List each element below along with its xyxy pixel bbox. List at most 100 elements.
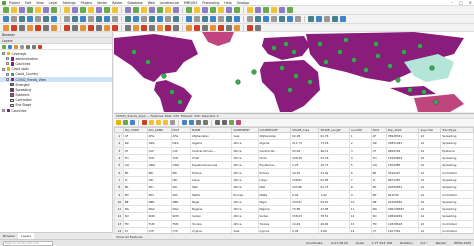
table-cell[interactable]: 14	[418, 139, 442, 148]
filter-icon[interactable]	[182, 120, 187, 125]
table-cell[interactable]: GNQ	[146, 161, 172, 170]
table-cell[interactable]: Afghanistan	[190, 131, 233, 141]
add-group-icon[interactable]	[8, 44, 12, 49]
table-cell[interactable]: 10	[348, 197, 372, 206]
table-cell[interactable]: 78.51	[318, 212, 350, 221]
render-checkbox[interactable]: Render	[436, 241, 447, 245]
table-cell[interactable]: 6871287	[385, 175, 420, 185]
table-cell[interactable]: AFG	[170, 131, 192, 141]
table-cell[interactable]: Spreading	[440, 139, 474, 148]
toolbar-tool-icon[interactable]	[149, 24, 155, 31]
table-cell[interactable]: DZ	[370, 139, 387, 148]
toolbar-tool-icon[interactable]	[64, 7, 70, 13]
row-number[interactable]: 7	[114, 175, 124, 185]
table-cell[interactable]: 61.73	[318, 183, 350, 192]
table-cell[interactable]: NG	[370, 204, 387, 214]
table-cell[interactable]: Africa	[231, 183, 259, 192]
toolbar-tool-icon[interactable]	[104, 24, 110, 31]
menu-item[interactable]: Vector	[97, 1, 107, 5]
table-cell[interactable]: 5	[348, 161, 372, 170]
row-number[interactable]: 10	[114, 197, 124, 206]
toolbar-tool-icon[interactable]	[186, 16, 192, 22]
table-cell[interactable]: TN	[122, 219, 148, 228]
toolbar-tool-icon[interactable]	[165, 7, 171, 13]
toolbar-tool-icon[interactable]	[3, 7, 9, 13]
table-cell[interactable]: Spreading	[440, 175, 474, 185]
table-cell[interactable]: AFG	[146, 131, 172, 141]
table-cell[interactable]: Europe	[231, 190, 259, 199]
toolbar-tool-icon[interactable]	[186, 7, 192, 13]
row-number[interactable]: 5	[114, 161, 124, 170]
table-cell[interactable]: NER	[170, 197, 192, 206]
table-cell[interactable]: ERI	[146, 168, 172, 177]
toolbar-tool-icon[interactable]	[226, 7, 232, 13]
table-cell[interactable]: 14	[418, 161, 442, 170]
toolbar-tool-icon[interactable]	[324, 16, 330, 22]
row-number[interactable]: 8	[114, 183, 124, 192]
table-cell[interactable]: Epidemic	[440, 146, 474, 155]
table-cell[interactable]: CAF	[146, 146, 172, 155]
toolbar-tool-icon[interactable]	[104, 16, 110, 22]
close-icon[interactable]: ✕	[469, 0, 472, 5]
map-canvas[interactable]	[114, 32, 474, 112]
toolbar-tool-icon[interactable]	[27, 24, 33, 31]
table-cell[interactable]: 1402985	[385, 161, 420, 170]
table-cell[interactable]: 20250834	[385, 183, 420, 192]
row-number[interactable]: 3	[114, 146, 124, 155]
table-cell[interactable]: TD	[122, 153, 148, 163]
toolbar-tool-icon[interactable]	[96, 7, 102, 13]
table-cell[interactable]: GQ	[122, 161, 148, 170]
table-cell[interactable]: Africa	[231, 175, 259, 185]
toolbar-tool-icon[interactable]	[88, 7, 94, 13]
table-cell[interactable]: Malta	[257, 190, 292, 199]
table-cell[interactable]: Spreading	[440, 197, 474, 206]
menu-item[interactable]: Raster	[112, 1, 122, 5]
table-row[interactable]: 6 ER ERI ERI Eritrea Africa Eritrea 10.25 31.42 6…	[114, 168, 474, 177]
table-cell[interactable]: LY	[122, 175, 148, 185]
toolbar-tool-icon[interactable]	[279, 7, 285, 13]
table-cell[interactable]: NE	[122, 197, 148, 206]
table-cell[interactable]: Nigeria	[257, 204, 292, 214]
toolbar-tool-icon[interactable]	[43, 24, 49, 31]
table-cell[interactable]: 441539	[385, 190, 420, 199]
table-cell[interactable]: 158.43	[290, 212, 320, 221]
table-cell[interactable]: Eritrea	[190, 168, 233, 177]
menu-item[interactable]: Plugins	[81, 1, 92, 5]
table-cell[interactable]: 100.97	[290, 197, 320, 206]
table-cell[interactable]: 14	[418, 153, 442, 163]
toolbar-tool-icon[interactable]	[133, 7, 139, 13]
maximize-icon[interactable]: □	[459, 0, 463, 5]
table-cell[interactable]: Niger	[257, 197, 292, 206]
table-cell[interactable]: NGA	[170, 204, 192, 214]
table-cell[interactable]: 2.25	[290, 161, 320, 170]
toolbar-tool-icon[interactable]	[263, 7, 269, 13]
table-cell[interactable]: Africa	[231, 197, 259, 206]
table-cell[interactable]: 14	[418, 197, 442, 206]
menu-item[interactable]: MMQGIS	[184, 1, 197, 5]
row-number[interactable]: 4	[114, 153, 124, 163]
toolbar-tool-icon[interactable]	[80, 7, 86, 13]
toolbar-tool-icon[interactable]	[11, 7, 17, 13]
row-number[interactable]: 2	[114, 139, 124, 148]
table-row[interactable]: 11 NG NGA NGA Nigeria Africa Nigeria 74.88 47.85…	[114, 204, 474, 214]
table-row[interactable]: 12 SD SDN SDN Sudan Africa Sudan 158.43 78.51 12 S…	[114, 212, 474, 221]
manage-map-themes-icon[interactable]	[14, 44, 18, 49]
table-cell[interactable]: Spreading	[440, 183, 474, 192]
toolbar-tool-icon[interactable]	[125, 7, 131, 13]
table-cell[interactable]: Afghanistan	[257, 131, 292, 141]
table-cell[interactable]: SD	[370, 212, 387, 221]
toolbar-tool-icon[interactable]	[43, 16, 49, 22]
table-cell[interactable]: Equatorial Guinea	[190, 161, 233, 170]
table-cell[interactable]: 211.73	[290, 139, 320, 148]
toolbar-tool-icon[interactable]	[234, 24, 240, 31]
table-cell[interactable]: Central Afr...	[257, 146, 292, 155]
table-cell[interactable]: 50.09	[290, 146, 320, 155]
table-cell[interactable]: Asia	[231, 131, 259, 141]
table-cell[interactable]: GNQ	[170, 161, 192, 170]
toolbar-tool-icon[interactable]	[218, 16, 224, 22]
toolbar-tool-icon[interactable]	[72, 7, 78, 13]
table-cell[interactable]: 53.18	[318, 153, 350, 163]
save-edits-icon[interactable]	[123, 120, 128, 125]
toolbar-tool-icon[interactable]	[149, 16, 155, 22]
table-cell[interactable]: Mali	[257, 183, 292, 192]
